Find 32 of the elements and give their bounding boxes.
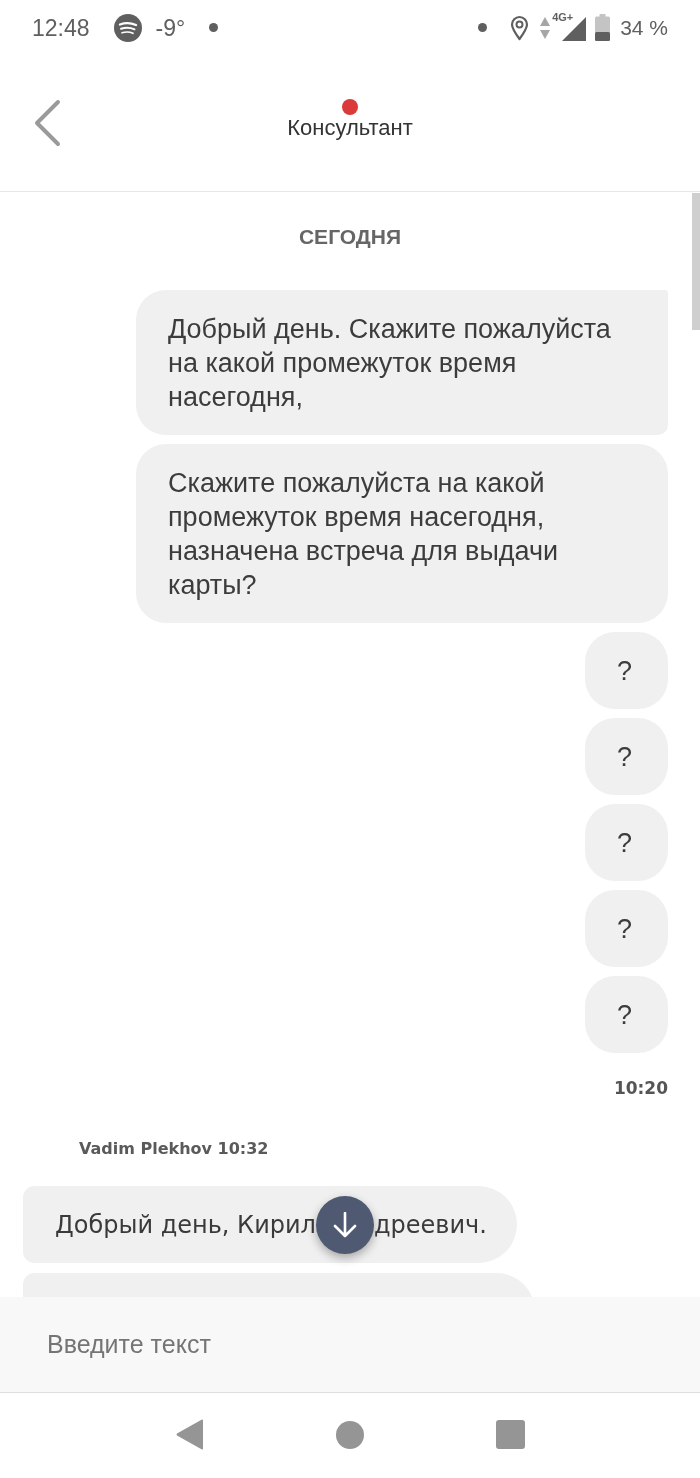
notification-dot-icon xyxy=(209,23,219,32)
chat-message: Добрый день. Скажите пожалуйста на какой промежуток время насегодня, xyxy=(136,290,668,435)
message-time: 10:20 xyxy=(613,1077,668,1099)
date-divider: СЕГОДНЯ xyxy=(298,225,402,249)
notification-dot-icon xyxy=(478,23,488,32)
network-type-text: 4G+ xyxy=(552,10,574,23)
sender-name: Vadim Plekhov 10:32 xyxy=(79,1138,269,1160)
message-text: дреевич. xyxy=(373,1210,487,1241)
battery-icon xyxy=(595,14,611,41)
home-icon[interactable] xyxy=(335,1420,364,1449)
chat-message: ? xyxy=(584,890,668,967)
recents-icon[interactable] xyxy=(495,1420,525,1449)
chat-message: ? xyxy=(584,718,668,795)
message-text: Добрый день, Кирил xyxy=(55,1210,316,1241)
scrollbar-thumb[interactable] xyxy=(692,193,700,330)
message-input[interactable]: Введите текст xyxy=(0,1297,700,1393)
battery-percent: 34 % xyxy=(620,14,668,41)
chat-message: ? xyxy=(584,976,668,1053)
chat-message: ? xyxy=(584,632,668,709)
chat-message: ? xyxy=(584,804,668,881)
temperature-text: -9° xyxy=(155,14,186,41)
status-dot-icon xyxy=(342,99,358,115)
arrow-down-icon xyxy=(332,1212,357,1238)
nav-back-icon[interactable] xyxy=(175,1419,204,1450)
back-icon[interactable] xyxy=(33,99,61,147)
chat-message: Скажите пожалуйста на какой промежуток время насегодня, назначена встреча для выдачи карты? xyxy=(136,444,668,623)
clock-time: 12:48 xyxy=(32,14,90,41)
data-arrows-icon xyxy=(540,15,551,40)
app-logo-icon xyxy=(113,13,142,42)
chat-title: Консультант xyxy=(287,115,413,141)
scroll-down-button[interactable] xyxy=(315,1196,374,1254)
location-pin-icon xyxy=(510,14,530,41)
